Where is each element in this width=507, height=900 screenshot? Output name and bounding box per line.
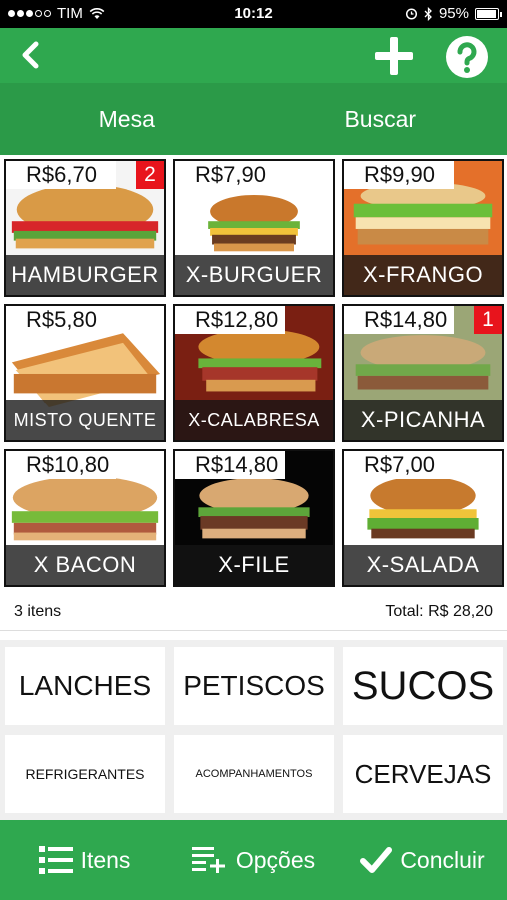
options-label: Opções — [235, 846, 316, 873]
product-card[interactable]: R$7,00 X-SALADA — [342, 449, 504, 587]
top-toolbar — [0, 28, 507, 83]
item-count: 3 itens — [14, 603, 62, 620]
product-name: X-SALADA — [344, 545, 502, 585]
finish-label: Concluir — [400, 846, 485, 873]
product-price: R$9,90 — [344, 161, 454, 189]
help-button[interactable] — [444, 34, 490, 80]
battery-icon — [475, 7, 502, 20]
product-card[interactable]: R$5,80 MISTO QUENTE — [4, 304, 166, 442]
product-name: X-PICANHA — [344, 400, 502, 440]
product-card[interactable]: R$6,70 2 HAMBURGER — [4, 159, 166, 297]
options-button[interactable]: Opções — [169, 820, 338, 900]
category-cervejas[interactable]: CERVEJAS — [343, 735, 503, 813]
edit-add-icon — [191, 847, 225, 873]
product-price: R$5,80 — [6, 306, 116, 334]
status-bar: TIM 10:12 95% — [0, 0, 507, 28]
product-price: R$7,00 — [344, 451, 454, 479]
quantity-badge: 2 — [136, 161, 164, 189]
product-grid: R$6,70 2 HAMBURGER R$7,90 X-BURGUER R$9,… — [0, 155, 507, 593]
category-refrigerantes[interactable]: REFRIGERANTES — [5, 735, 165, 813]
product-name: HAMBURGER — [6, 255, 164, 295]
product-card[interactable]: R$10,80 X BACON — [4, 449, 166, 587]
add-button[interactable] — [372, 34, 416, 78]
finish-button[interactable]: Concluir — [338, 820, 507, 900]
battery-percent: 95% — [438, 5, 469, 22]
check-icon — [360, 847, 393, 873]
product-price: R$14,80 — [175, 451, 285, 479]
product-price: R$12,80 — [175, 306, 285, 334]
bottom-action-bar: Itens Opções Concluir — [0, 820, 507, 900]
product-price: R$14,80 — [344, 306, 454, 334]
product-price: R$10,80 — [6, 451, 116, 479]
tab-bar: Mesa Buscar — [0, 83, 507, 155]
chevron-left-icon — [22, 41, 39, 69]
product-price: R$6,70 — [6, 161, 116, 189]
product-name: X-CALABRESA — [175, 400, 333, 440]
category-petiscos[interactable]: PETISCOS — [174, 647, 334, 725]
alarm-icon — [405, 8, 418, 20]
status-right: 95% — [405, 5, 502, 22]
tab-mesa[interactable]: Mesa — [0, 83, 254, 155]
back-button[interactable] — [14, 36, 50, 74]
product-card[interactable]: R$14,80 1 X-PICANHA — [342, 304, 504, 442]
order-summary: 3 itens Total: R$ 28,20 — [0, 593, 507, 631]
product-name: X-FILE — [175, 545, 333, 585]
product-name: X BACON — [6, 545, 164, 585]
product-name: X-FRANGO — [344, 255, 502, 295]
product-name: MISTO QUENTE — [6, 400, 164, 440]
list-icon — [38, 846, 73, 874]
items-button[interactable]: Itens — [0, 820, 169, 900]
category-lanches[interactable]: LANCHES — [5, 647, 165, 725]
category-grid: LANCHES PETISCOS SUCOS REFRIGERANTES ACO… — [0, 640, 507, 820]
product-price: R$7,90 — [175, 161, 285, 189]
quantity-badge: 1 — [474, 306, 502, 334]
product-name: X-BURGUER — [175, 255, 333, 295]
product-card[interactable]: R$9,90 X-FRANGO — [342, 159, 504, 297]
category-acompanhamentos[interactable]: ACOMPANHAMENTOS — [174, 735, 334, 813]
product-card[interactable]: R$7,90 X-BURGUER — [173, 159, 335, 297]
product-card[interactable]: R$12,80 X-CALABRESA — [173, 304, 335, 442]
product-card[interactable]: R$14,80 X-FILE — [173, 449, 335, 587]
tab-buscar[interactable]: Buscar — [254, 83, 507, 155]
category-sucos[interactable]: SUCOS — [343, 647, 503, 725]
bluetooth-icon — [424, 6, 432, 21]
question-icon — [446, 36, 488, 78]
plus-icon — [375, 37, 413, 75]
order-total: Total: R$ 28,20 — [385, 603, 493, 620]
items-label: Itens — [80, 846, 131, 873]
